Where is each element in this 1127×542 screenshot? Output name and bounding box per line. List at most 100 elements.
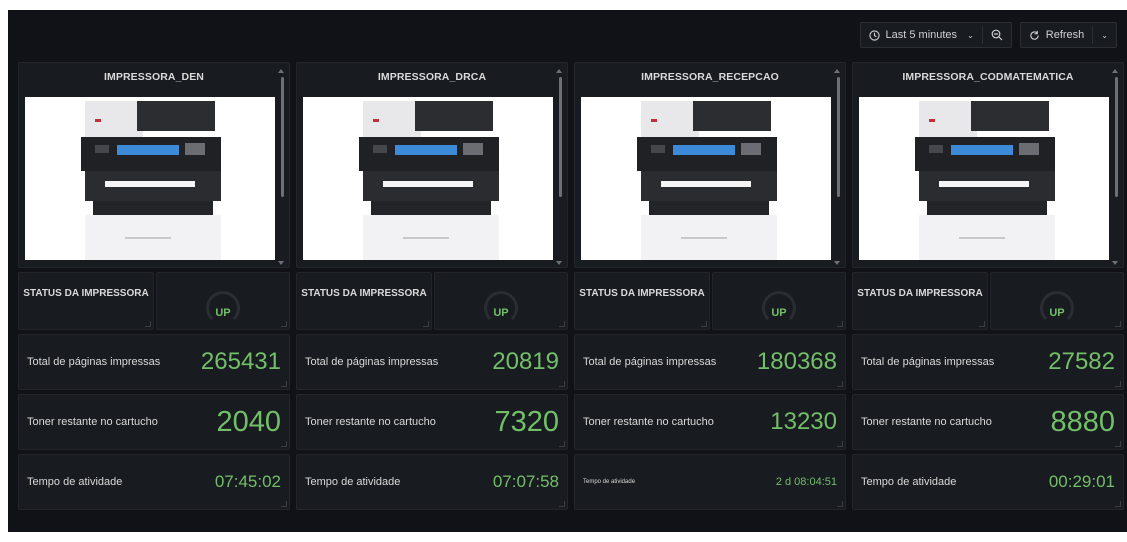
status-label-panel: STATUS DA IMPRESSORA xyxy=(296,272,432,330)
total-pages-value: 20819 xyxy=(492,348,559,375)
scrollbar-thumb[interactable] xyxy=(559,77,562,197)
total-pages-value: 180368 xyxy=(756,348,837,375)
scroll-up-arrow[interactable] xyxy=(1112,69,1118,73)
resize-handle[interactable] xyxy=(837,321,843,327)
time-range-label: Last 5 minutes xyxy=(885,29,958,41)
refresh-icon xyxy=(1030,30,1039,40)
resize-handle[interactable] xyxy=(281,321,287,327)
toner-value: 13230 xyxy=(770,408,837,435)
time-range-picker[interactable]: Last 5 minutes ⌄ xyxy=(859,22,1012,48)
printer-illustration xyxy=(25,97,275,260)
clock-icon xyxy=(868,29,880,41)
scroll-up-arrow[interactable] xyxy=(834,69,840,73)
toner-value: 7320 xyxy=(494,405,559,438)
status-value: UP xyxy=(1049,307,1065,319)
uptime-label: Tempo de atividade xyxy=(583,479,636,485)
status-label: STATUS DA IMPRESSORA xyxy=(579,288,705,299)
total-pages-panel: Total de páginas impressas 180368 xyxy=(574,334,846,390)
uptime-label: Tempo de atividade xyxy=(305,476,401,488)
scroll-down-arrow[interactable] xyxy=(834,261,840,265)
resize-handle[interactable] xyxy=(701,321,707,327)
printer-image-panel: IMPRESSORA_DEN xyxy=(18,62,290,268)
uptime-panel: Tempo de atividade 07:07:58 xyxy=(296,454,568,510)
printer-image xyxy=(25,97,275,260)
printer-image xyxy=(303,97,553,260)
dashboard-toolbar: Last 5 minutes ⌄ Refresh ⌄ xyxy=(859,22,1117,48)
printer-illustration xyxy=(303,97,553,260)
resize-handle[interactable] xyxy=(423,321,429,327)
toner-label: Toner restante no cartucho xyxy=(861,416,992,428)
uptime-panel: Tempo de atividade 07:45:02 xyxy=(18,454,290,510)
chevron-down-icon[interactable]: ⌄ xyxy=(1101,31,1108,40)
resize-handle[interactable] xyxy=(559,501,565,507)
resize-handle[interactable] xyxy=(559,441,565,447)
uptime-panel: Tempo de atividade 2 d 08:04:51 xyxy=(574,454,846,510)
printer-image xyxy=(859,97,1109,260)
total-pages-panel: Total de páginas impressas 27582 xyxy=(852,334,1124,390)
printer-illustration xyxy=(581,97,831,260)
refresh-button[interactable]: Refresh ⌄ xyxy=(1019,22,1117,48)
total-pages-value: 27582 xyxy=(1048,348,1115,375)
toner-panel: Toner restante no cartucho 13230 xyxy=(574,394,846,450)
toner-value: 8880 xyxy=(1050,405,1115,438)
scrollbar-thumb[interactable] xyxy=(281,77,284,197)
resize-handle[interactable] xyxy=(837,381,843,387)
resize-handle[interactable] xyxy=(281,381,287,387)
panel-grid: IMPRESSORA_DEN STATUS DA IMPRESSORA UP T… xyxy=(18,62,1124,522)
scroll-up-arrow[interactable] xyxy=(278,69,284,73)
zoom-out-icon[interactable] xyxy=(991,29,1003,41)
status-label: STATUS DA IMPRESSORA xyxy=(23,288,149,299)
status-gauge-panel: UP xyxy=(712,272,846,330)
resize-handle[interactable] xyxy=(837,441,843,447)
scroll-down-arrow[interactable] xyxy=(556,261,562,265)
resize-handle[interactable] xyxy=(559,381,565,387)
scrollbar-thumb[interactable] xyxy=(1115,77,1118,197)
uptime-value: 07:07:58 xyxy=(492,472,559,491)
resize-handle[interactable] xyxy=(1115,381,1121,387)
status-label: STATUS DA IMPRESSORA xyxy=(301,288,427,299)
total-pages-value: 265431 xyxy=(200,348,281,375)
resize-handle[interactable] xyxy=(1115,501,1121,507)
total-pages-label: Total de páginas impressas xyxy=(861,356,995,368)
total-pages-panel: Total de páginas impressas 20819 xyxy=(296,334,568,390)
status-label-panel: STATUS DA IMPRESSORA xyxy=(574,272,710,330)
printer-image-panel: IMPRESSORA_DRCA xyxy=(296,62,568,268)
toner-panel: Toner restante no cartucho 7320 xyxy=(296,394,568,450)
status-label: STATUS DA IMPRESSORA xyxy=(857,288,983,299)
chevron-down-icon: ⌄ xyxy=(967,30,974,40)
resize-handle[interactable] xyxy=(1115,321,1121,327)
printer-image xyxy=(581,97,831,260)
scroll-down-arrow[interactable] xyxy=(278,261,284,265)
status-gauge-panel: UP xyxy=(990,272,1124,330)
resize-handle[interactable] xyxy=(979,321,985,327)
toner-panel: Toner restante no cartucho 2040 xyxy=(18,394,290,450)
scroll-up-arrow[interactable] xyxy=(556,69,562,73)
printer-image-panel: IMPRESSORA_CODMATEMATICA xyxy=(852,62,1124,268)
scroll-down-arrow[interactable] xyxy=(1112,261,1118,265)
status-value: UP xyxy=(215,307,231,319)
resize-handle[interactable] xyxy=(281,441,287,447)
printer-name: IMPRESSORA_DRCA xyxy=(377,71,487,83)
toner-label: Toner restante no cartucho xyxy=(583,416,714,428)
scrollbar-thumb[interactable] xyxy=(837,77,840,197)
total-pages-label: Total de páginas impressas xyxy=(583,356,717,368)
status-gauge-panel: UP xyxy=(434,272,568,330)
uptime-value: 07:45:02 xyxy=(214,472,281,491)
resize-handle[interactable] xyxy=(837,501,843,507)
resize-handle[interactable] xyxy=(559,321,565,327)
total-pages-label: Total de páginas impressas xyxy=(305,356,439,368)
resize-handle[interactable] xyxy=(1115,441,1121,447)
status-gauge-panel: UP xyxy=(156,272,290,330)
uptime-label: Tempo de atividade xyxy=(861,476,957,488)
resize-handle[interactable] xyxy=(281,501,287,507)
toner-value: 2040 xyxy=(216,405,281,438)
uptime-panel: Tempo de atividade 00:29:01 xyxy=(852,454,1124,510)
printer-name: IMPRESSORA_DEN xyxy=(103,71,204,83)
resize-handle[interactable] xyxy=(145,321,151,327)
printer-illustration xyxy=(859,97,1109,260)
status-label-panel: STATUS DA IMPRESSORA xyxy=(852,272,988,330)
toner-label: Toner restante no cartucho xyxy=(27,416,158,428)
printer-name: IMPRESSORA_CODMATEMATICA xyxy=(902,71,1074,83)
status-value: UP xyxy=(493,307,509,319)
toner-label: Toner restante no cartucho xyxy=(305,416,436,428)
